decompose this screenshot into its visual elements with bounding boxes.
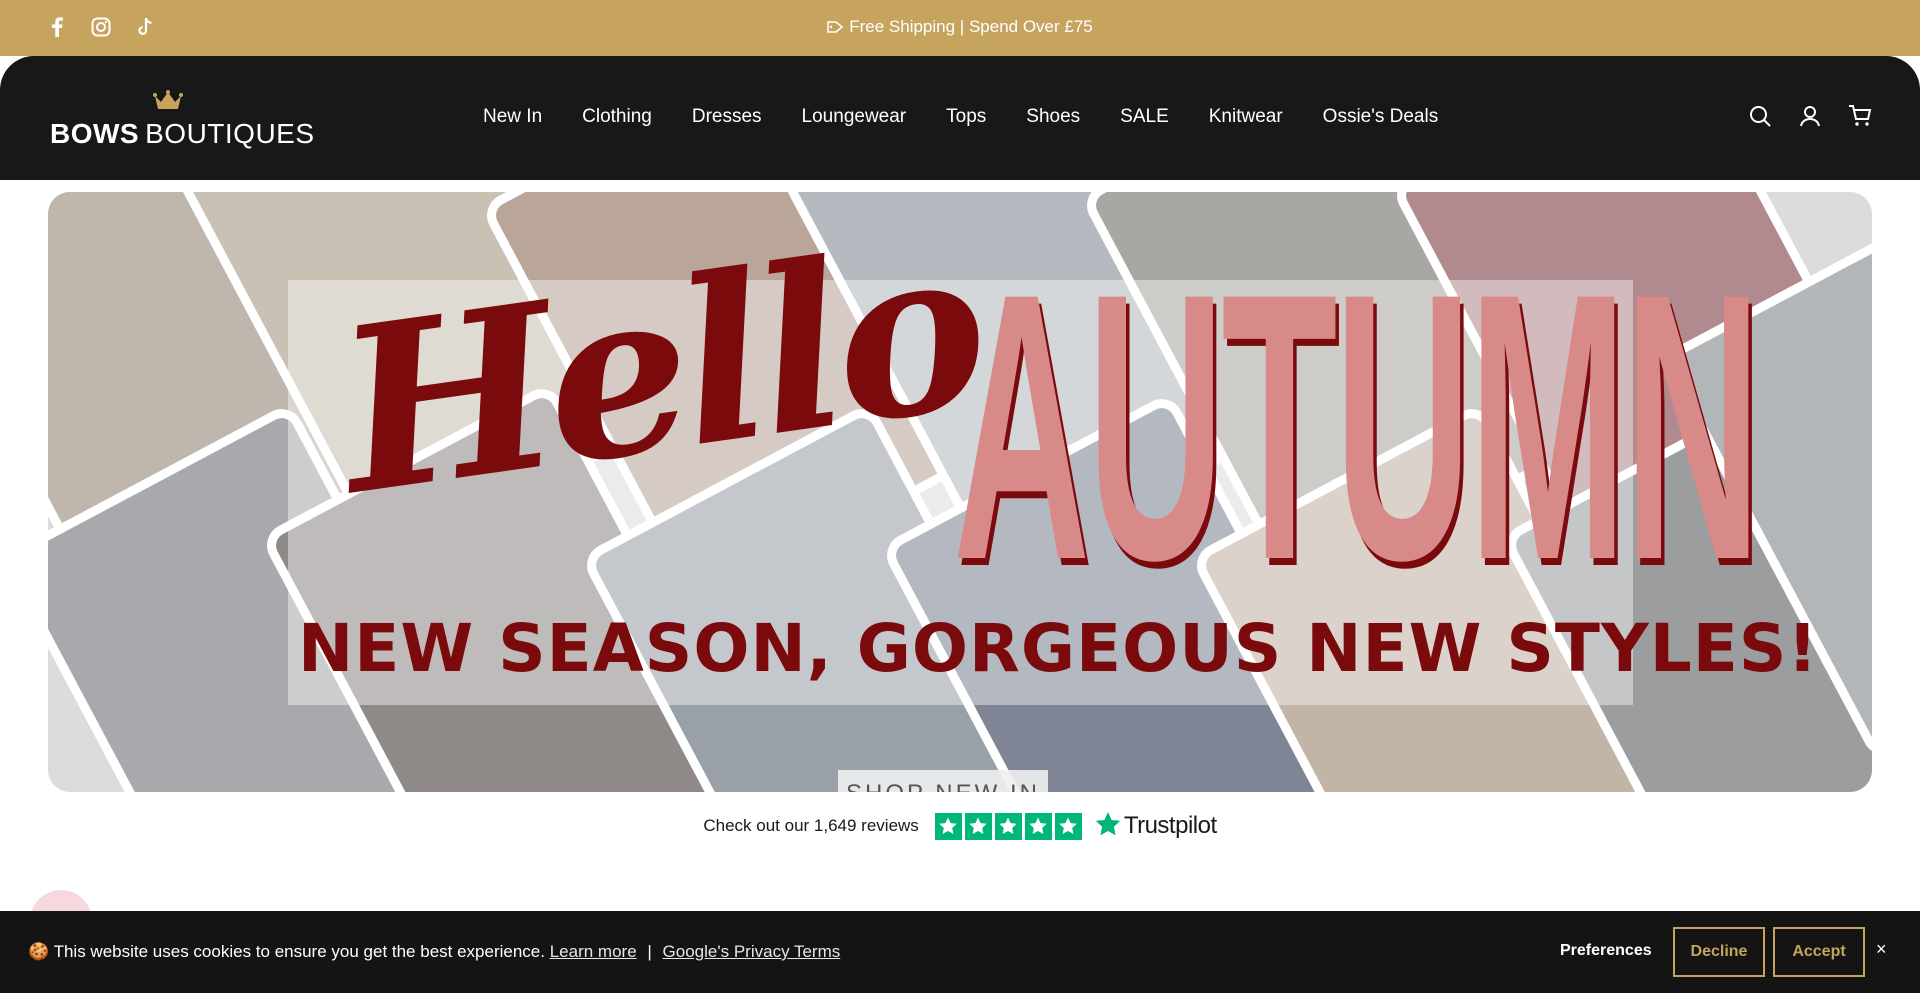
accept-button[interactable]: Accept [1773,927,1865,977]
logo-wordmark: BOWS BOUTIQUES [50,118,315,150]
trustpilot-wordmark: Trustpilot [1123,812,1217,839]
logo[interactable]: BOWS BOUTIQUES [50,90,314,150]
star-icon [1054,812,1082,840]
hero-banner[interactable]: Hello AUTUMN NEW SEASON, GORGEOUS NEW ST… [48,192,1872,792]
nav-sale[interactable]: SALE [1120,106,1169,128]
privacy-terms-link[interactable]: Google's Privacy Terms [663,942,841,961]
trustpilot-widget[interactable]: Check out our 1,649 reviews Trustpilot [0,811,1920,841]
learn-more-link[interactable]: Learn more [550,942,637,961]
nav-shoes[interactable]: Shoes [1026,106,1080,128]
nav-dresses[interactable]: Dresses [692,106,762,128]
star-icon [994,812,1022,840]
hero-subline: NEW SEASON, GORGEOUS NEW STYLES! [298,610,1819,687]
nav-new-in[interactable]: New In [483,106,542,128]
main-nav: New In Clothing Dresses Loungewear Tops … [483,106,1438,128]
nav-clothing[interactable]: Clothing [582,106,652,128]
crown-icon [153,90,183,115]
site-header: BOWS BOUTIQUES New In Clothing Dresses Lo… [0,56,1920,180]
nav-knitwear[interactable]: Knitwear [1209,106,1283,128]
preferences-button[interactable]: Preferences [1560,942,1652,960]
header-actions [1748,104,1872,128]
trustpilot-logo: Trustpilot [1094,810,1217,843]
announcement-text-wrap: Free Shipping | Spend Over £75 [0,17,1920,39]
nav-loungewear[interactable]: Loungewear [802,106,907,128]
tag-icon [827,19,844,39]
announcement-text: Free Shipping | Spend Over £75 [849,17,1093,36]
cart-icon[interactable] [1848,104,1872,128]
hero-headline: AUTUMN [953,237,1761,617]
cookie-text: This website uses cookies to ensure you … [53,942,545,961]
cookie-message: 🍪 This website uses cookies to ensure yo… [28,942,840,962]
star-icon [1024,812,1052,840]
search-icon[interactable] [1748,104,1772,128]
rating-stars [934,812,1082,840]
decline-button[interactable]: Decline [1673,927,1765,977]
nav-tops[interactable]: Tops [946,106,986,128]
logo-word-bows: BOWS [50,118,140,149]
star-icon [964,812,992,840]
star-icon [934,812,962,840]
account-icon[interactable] [1798,104,1822,128]
nav-ossies-deals[interactable]: Ossie's Deals [1323,106,1439,128]
cookie-separator: | [647,942,652,961]
cookie-banner: 🍪 This website uses cookies to ensure yo… [0,911,1920,993]
close-icon[interactable]: × [1876,939,1887,960]
shop-new-in-button[interactable]: SHOP NEW IN [838,770,1048,792]
reviews-text: Check out our 1,649 reviews [703,816,919,835]
announcement-bar: Free Shipping | Spend Over £75 [0,0,1920,56]
cookie-icon: 🍪 [28,942,50,961]
logo-word-boutiques: BOUTIQUES [145,118,315,149]
trustpilot-star-icon [1094,810,1122,843]
